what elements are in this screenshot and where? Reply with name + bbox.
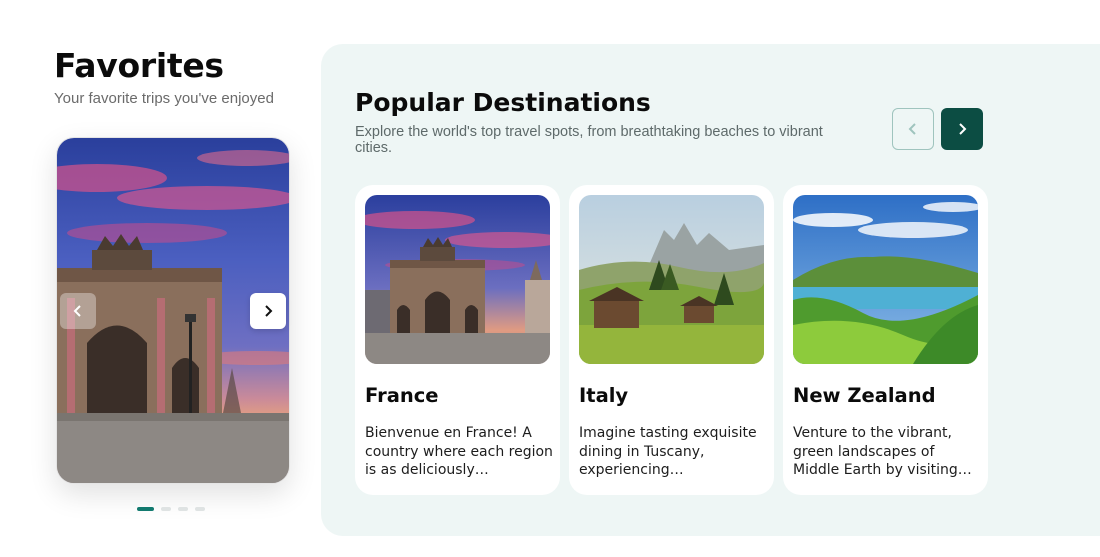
destination-name: France (365, 384, 439, 407)
destination-image (365, 195, 550, 364)
carousel-dot[interactable] (161, 507, 171, 511)
destination-image (579, 195, 764, 364)
destination-name: New Zealand (793, 384, 936, 407)
carousel-dot[interactable] (178, 507, 188, 511)
destination-card-italy[interactable]: Italy Imagine tasting exquisite dining i… (569, 185, 774, 495)
destination-description: Bienvenue en France! A country where eac… (365, 425, 553, 478)
favorites-prev-button[interactable] (60, 293, 96, 329)
destination-description: Venture to the vibrant, green landscapes… (793, 425, 972, 478)
destination-card-new-zealand[interactable]: New Zealand Venture to the vibrant, gree… (783, 185, 988, 495)
favorites-next-button[interactable] (250, 293, 286, 329)
chevron-right-icon (265, 305, 273, 317)
favorites-title: Favorites (54, 46, 224, 85)
carousel-dot[interactable] (137, 507, 154, 511)
popular-destinations-subtitle: Explore the world's top travel spots, fr… (355, 124, 823, 156)
destinations-next-button[interactable] (941, 108, 983, 150)
destination-image (793, 195, 978, 364)
destination-description: Imagine tasting exquisite dining in Tusc… (579, 425, 757, 478)
destination-name: Italy (579, 384, 629, 407)
popular-destinations-title: Popular Destinations (355, 88, 651, 117)
chevron-left-icon (73, 305, 81, 317)
carousel-dot[interactable] (195, 507, 205, 511)
destinations-prev-button[interactable] (892, 108, 934, 150)
carousel-indicators (137, 507, 205, 511)
chevron-right-icon (959, 123, 967, 135)
favorites-subtitle: Your favorite trips you've enjoyed (54, 90, 274, 107)
chevron-left-icon (908, 123, 916, 135)
destination-card-france[interactable]: France Bienvenue en France! A country wh… (355, 185, 560, 495)
